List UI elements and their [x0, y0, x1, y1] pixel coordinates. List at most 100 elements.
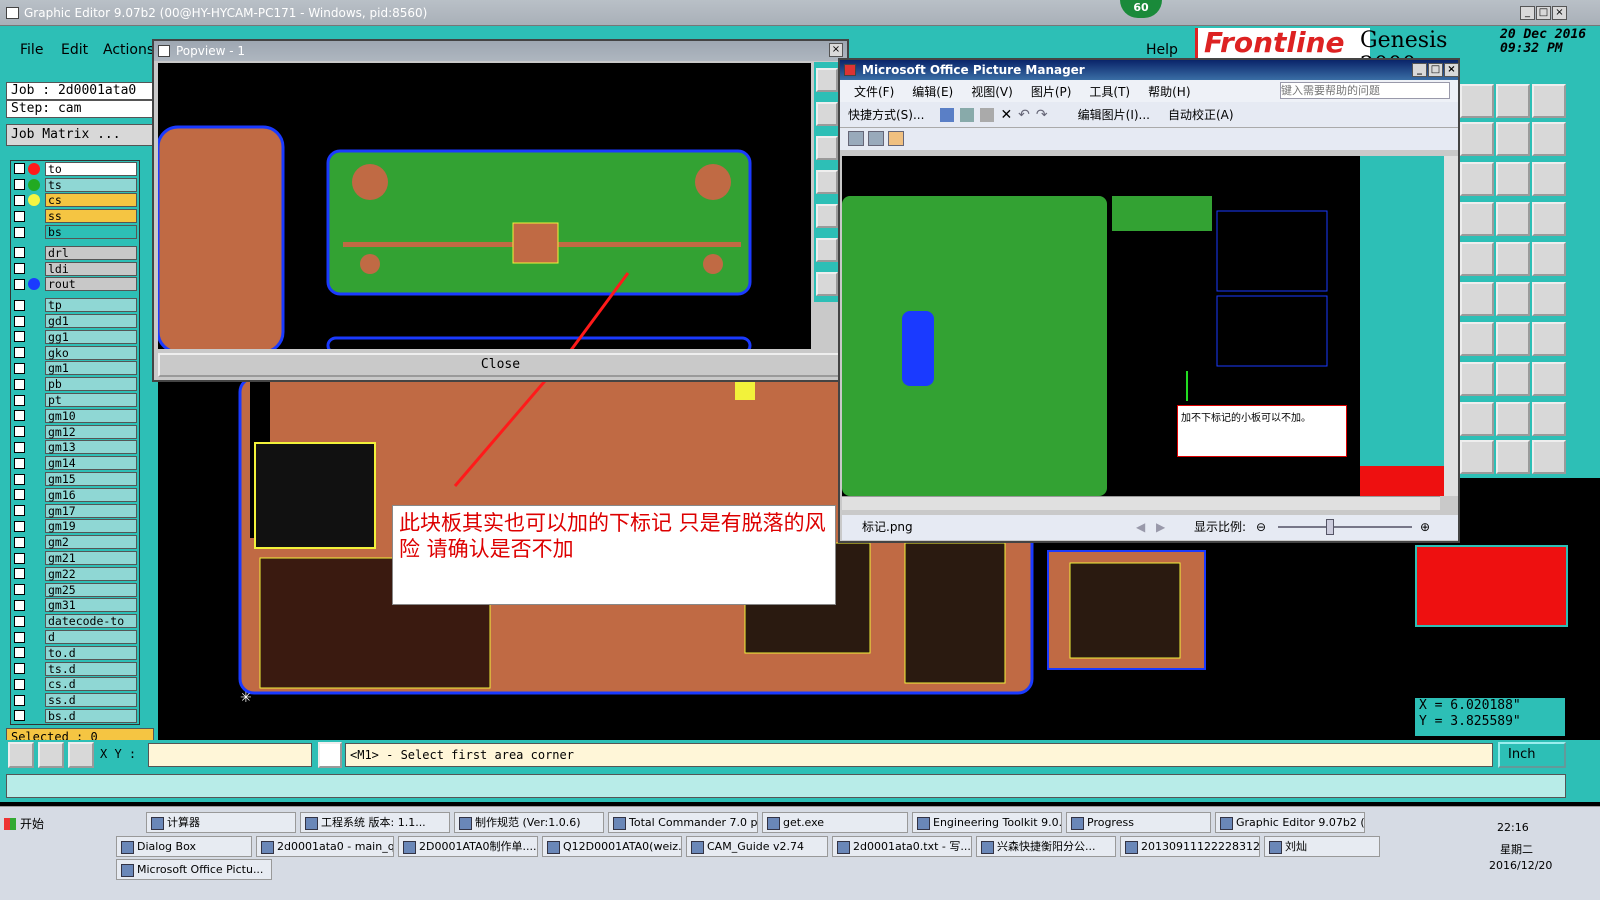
pm-maximize-button[interactable]: □ — [1428, 63, 1443, 77]
redo-icon[interactable]: ↷ — [1036, 107, 1048, 123]
layer-row[interactable]: gko — [11, 345, 139, 361]
layer-row[interactable]: tp — [11, 297, 139, 313]
taskbar-item[interactable]: Engineering Toolkit 9.0... — [912, 812, 1062, 833]
layer-checkbox[interactable] — [14, 194, 25, 206]
layer-checkbox[interactable] — [14, 568, 25, 580]
layer-checkbox[interactable] — [14, 536, 25, 548]
start-button[interactable]: 开始 — [2, 813, 52, 835]
popview-close-icon[interactable]: × — [829, 43, 843, 57]
menu-file[interactable]: File — [20, 42, 43, 58]
tool-arrow2-icon[interactable] — [1532, 282, 1566, 316]
layer-row[interactable]: gm25 — [11, 582, 139, 598]
layer-row[interactable]: to — [11, 161, 139, 177]
layer-row[interactable]: datecode-to — [11, 613, 139, 629]
layer-checkbox[interactable] — [14, 394, 25, 406]
tool-panel-icon[interactable] — [1460, 84, 1494, 118]
taskbar-item[interactable]: Microsoft Office Pictu... — [116, 859, 272, 880]
pm-vertical-scrollbar[interactable] — [1444, 156, 1458, 496]
tool-blue-icon[interactable] — [1532, 362, 1566, 396]
menu-edit[interactable]: Edit — [61, 42, 88, 58]
layer-checkbox[interactable] — [14, 710, 25, 722]
taskbar-item[interactable]: Dialog Box — [116, 836, 252, 857]
popview-close-button[interactable]: Close — [158, 353, 843, 377]
layer-row[interactable]: gm14 — [11, 455, 139, 471]
layer-checkbox[interactable] — [14, 441, 25, 453]
layer-checkbox[interactable] — [14, 331, 25, 343]
pm-menu-file[interactable]: 文件(F) — [854, 83, 894, 100]
layer-checkbox[interactable] — [14, 426, 25, 438]
pm-menu-edit[interactable]: 编辑(E) — [912, 83, 953, 100]
single-view-icon[interactable] — [888, 131, 904, 146]
tool-rotate-icon[interactable] — [1496, 322, 1530, 356]
taskbar-item[interactable]: CAM_Guide v2.74 — [686, 836, 828, 857]
zoom-fit-icon[interactable] — [38, 742, 64, 768]
layer-row[interactable]: gm10 — [11, 408, 139, 424]
close-button[interactable]: × — [1552, 6, 1567, 20]
pm-next-icon[interactable]: ▶ — [1156, 515, 1165, 540]
pm-shortcut-button[interactable]: 快捷方式(S)... — [848, 106, 924, 123]
layer-checkbox[interactable] — [14, 347, 25, 359]
job-matrix-button[interactable]: Job Matrix ... — [6, 124, 154, 146]
tool-pointer2-icon[interactable] — [1496, 440, 1530, 474]
tool-a-icon[interactable] — [1460, 402, 1494, 436]
layer-checkbox[interactable] — [14, 678, 25, 690]
layer-checkbox[interactable] — [14, 615, 25, 627]
tool-scale-icon[interactable] — [1496, 162, 1530, 196]
layer-row[interactable]: ldi — [11, 261, 139, 277]
tool-box-icon[interactable] — [1496, 362, 1530, 396]
layer-checkbox[interactable] — [14, 552, 25, 564]
tool-pointer3-icon[interactable] — [1532, 440, 1566, 474]
layer-checkbox[interactable] — [14, 410, 25, 422]
step-field[interactable]: Step: cam — [6, 100, 154, 118]
layer-row[interactable]: pb — [11, 376, 139, 392]
taskbar-item[interactable]: Graphic Editor 9.07b2 (... — [1215, 812, 1365, 833]
pm-zoom-handle[interactable] — [1326, 519, 1334, 535]
layer-row[interactable]: drl — [11, 245, 139, 261]
taskbar-item[interactable]: 兴森快捷衡阳分公... — [976, 836, 1116, 857]
pm-menu-view[interactable]: 视图(V) — [971, 83, 1013, 100]
layer-row[interactable]: d — [11, 629, 139, 645]
popview-window[interactable]: Popview - 1 × Close — [152, 39, 849, 382]
tool-measure-red2-icon[interactable] — [1532, 202, 1566, 236]
layer-checkbox[interactable] — [14, 299, 25, 311]
layer-checkbox[interactable] — [14, 226, 25, 238]
save-icon[interactable] — [940, 107, 955, 122]
layer-row[interactable]: to.d — [11, 645, 139, 661]
main-title-bar[interactable]: Graphic Editor 9.07b2 (00@HY-HYCAM-PC171… — [0, 0, 1600, 26]
taskbar-item[interactable]: Progress — [1066, 812, 1211, 833]
tool-fit-icon[interactable] — [816, 136, 838, 160]
layer-row[interactable]: gm13 — [11, 440, 139, 456]
filmstrip-view-icon[interactable] — [868, 131, 884, 146]
layer-row[interactable]: gm16 — [11, 487, 139, 503]
layer-checkbox[interactable] — [14, 694, 25, 706]
minimize-button[interactable]: _ — [1520, 6, 1535, 20]
taskbar-item[interactable]: 2D0001ATA0制作单.... — [398, 836, 538, 857]
layer-row[interactable]: ss — [11, 208, 139, 224]
layer-checkbox[interactable] — [14, 179, 25, 191]
layer-row[interactable]: gm21 — [11, 550, 139, 566]
tool-pointer-icon[interactable] — [1460, 440, 1494, 474]
layer-checkbox[interactable] — [14, 210, 25, 222]
layer-row[interactable]: cs — [11, 193, 139, 209]
pm-menu-picture[interactable]: 图片(P) — [1031, 83, 1072, 100]
zoom-out-icon[interactable]: ⊖ — [1256, 515, 1266, 540]
layer-checkbox[interactable] — [14, 520, 25, 532]
pm-minimize-button[interactable]: _ — [1412, 63, 1427, 77]
pm-help-search-input[interactable] — [1280, 82, 1450, 99]
pm-prev-icon[interactable]: ◀ — [1136, 515, 1145, 540]
units-selector[interactable]: Inch — [1498, 742, 1566, 768]
maximize-button[interactable]: □ — [1536, 6, 1551, 20]
layer-row[interactable]: ss.d — [11, 692, 139, 708]
layer-row[interactable]: gm31 — [11, 598, 139, 614]
layer-row[interactable]: ts — [11, 177, 139, 193]
taskbar-item[interactable]: get.exe — [762, 812, 908, 833]
tool-measure-icon[interactable] — [816, 170, 838, 194]
job-field[interactable]: Job : 2d0001ata0 — [6, 82, 154, 100]
pm-zoom-slider[interactable] — [1278, 526, 1412, 528]
tool-measure-red-icon[interactable] — [1496, 202, 1530, 236]
tool-pan-icon[interactable] — [816, 102, 838, 126]
zoom-in-icon[interactable]: ⊕ — [1420, 515, 1430, 540]
layer-checkbox[interactable] — [14, 315, 25, 327]
layer-row[interactable]: gg1 — [11, 329, 139, 345]
pm-horizontal-scrollbar[interactable] — [842, 496, 1440, 510]
